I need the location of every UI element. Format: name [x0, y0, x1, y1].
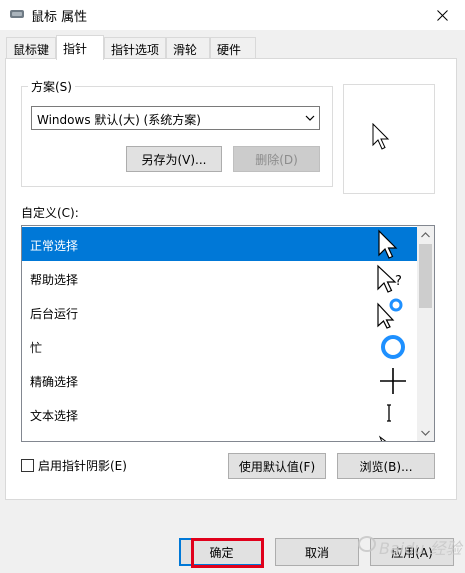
arrow-cursor-icon — [372, 123, 390, 150]
scheme-legend: 方案(S) — [28, 78, 75, 95]
svg-text:?: ? — [395, 274, 402, 289]
title-bar: 鼠标 属性 — [0, 0, 465, 30]
pointer-shadow-checkbox[interactable] — [21, 458, 34, 472]
pointer-shadow-option[interactable]: 启用指针阴影(E) — [21, 457, 127, 473]
list-item[interactable]: 后台运行 — [22, 295, 418, 329]
list-item-label: 正常选择 — [30, 239, 79, 253]
list-item[interactable]: 忙 — [22, 329, 418, 363]
ibeam-cursor-icon — [387, 404, 391, 422]
chevron-down-icon — [305, 115, 315, 121]
tab-pointer-options[interactable]: 指针选项 — [104, 37, 166, 59]
tab-hardware[interactable]: 硬件 — [210, 37, 256, 59]
arrow-cursor-icon — [378, 229, 398, 259]
list-item-label: 帮助选择 — [30, 273, 79, 287]
scroll-down-button[interactable] — [417, 424, 434, 441]
tab-pointers[interactable]: 指针 — [56, 35, 104, 60]
scroll-up-button[interactable] — [417, 226, 434, 243]
scroll-thumb[interactable] — [419, 244, 432, 308]
list-item[interactable]: 文本选择 — [22, 397, 418, 431]
tab-wheel[interactable]: 滑轮 — [166, 37, 210, 59]
custom-label: 自定义(C): — [21, 206, 79, 220]
chevron-down-icon — [421, 430, 430, 436]
list-item-label: 忙 — [30, 341, 43, 355]
list-item[interactable]: 帮助选择 ? — [22, 261, 418, 295]
list-item-label: 后台运行 — [30, 307, 79, 321]
busy-ring-icon — [381, 335, 405, 359]
list-item[interactable]: 精确选择 — [22, 363, 418, 397]
scheme-selected-value: Windows 默认(大) (系统方案) — [37, 113, 201, 127]
close-button[interactable] — [419, 0, 465, 30]
mouse-icon — [10, 10, 24, 18]
window-title: 鼠标 属性 — [31, 10, 88, 25]
pen-cursor-icon — [378, 435, 387, 441]
pointer-shadow-label: 启用指针阴影(E) — [38, 458, 127, 473]
chevron-up-icon — [421, 231, 430, 237]
list-scrollbar[interactable] — [417, 226, 434, 441]
highlight-annotation — [191, 538, 264, 568]
list-item-label: 文本选择 — [30, 409, 79, 423]
use-default-button[interactable]: 使用默认值(F) — [228, 453, 326, 479]
help-cursor-icon: ? — [377, 264, 402, 293]
save-as-button[interactable]: 另存为(V)... — [126, 146, 222, 172]
list-item[interactable]: 正常选择 — [22, 227, 418, 261]
cursor-preview — [343, 84, 435, 194]
browse-button[interactable]: 浏览(B)... — [337, 453, 435, 479]
close-icon — [436, 9, 448, 21]
baidu-watermark-logo: Baidu 经验 — [358, 536, 464, 558]
tab-buttons[interactable]: 鼠标键 — [6, 37, 56, 59]
crosshair-cursor-icon — [380, 368, 406, 394]
delete-button[interactable]: 删除(D) — [233, 146, 320, 172]
list-item-partial[interactable] — [22, 431, 418, 441]
cursor-list[interactable]: 正常选择 帮助选择 ? 后台运行 忙 精确选择 文本选择 — [21, 225, 435, 442]
list-item-label: 精确选择 — [30, 375, 79, 389]
working-cursor-icon — [377, 298, 403, 329]
scheme-dropdown[interactable]: Windows 默认(大) (系统方案) — [31, 106, 320, 130]
watermark-text: Baidu 经验 — [379, 539, 464, 558]
